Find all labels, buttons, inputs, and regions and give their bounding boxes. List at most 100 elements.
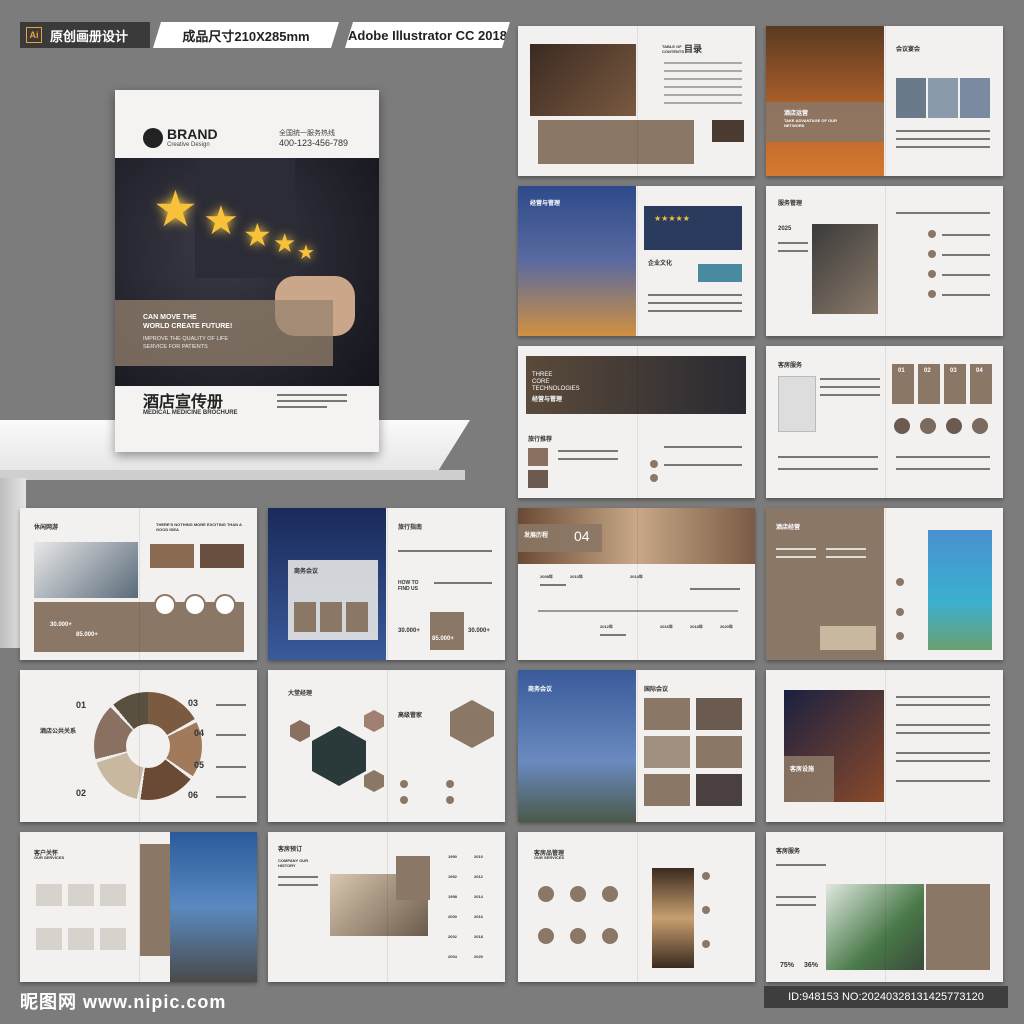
bullet-icon: [928, 230, 936, 238]
spread-title: 旅行指南: [398, 525, 423, 531]
service-tile: [68, 884, 94, 906]
cover-slogan-band: CAN MOVE THE WORLD CREATE FUTURE! IMPROV…: [115, 300, 333, 366]
badge-03: 03: [944, 364, 966, 404]
spread-business: 商务会议 旅行指南 HOW TO FIND US 30.000+ 85.000+…: [268, 508, 505, 660]
year-item: 2020: [474, 954, 483, 959]
tile: [696, 736, 742, 768]
bullet-icon: [650, 474, 658, 482]
core-title: CORE: [532, 379, 550, 385]
spread-title: 经营与管理: [530, 201, 561, 207]
text-line: [820, 394, 880, 396]
text-line: [778, 242, 808, 244]
spread-title: 服务管理: [778, 201, 803, 207]
spread-room-service-2: 客房服务 75% 36%: [766, 832, 1003, 982]
bullet-icon: [400, 780, 408, 788]
star-icon: ★: [297, 242, 315, 264]
text-line: [648, 310, 742, 312]
slogan-line: WORLD CREATE FUTURE!: [143, 323, 233, 330]
bullet-icon: [446, 796, 454, 804]
text-line: [826, 556, 866, 558]
service-icon: [538, 928, 554, 944]
text-line: [648, 302, 742, 304]
bullet-icon: [896, 632, 904, 640]
find-us-label: HOW TO FIND US: [398, 580, 419, 592]
round-photo: [946, 418, 962, 434]
text-line: [942, 274, 990, 276]
text-line: [558, 450, 618, 452]
hotline-number: 400-123-456-789: [279, 138, 349, 148]
year-item: 1990: [448, 854, 457, 859]
bullet-icon: [400, 796, 408, 804]
spread-title: 高级管家: [398, 713, 423, 719]
year-item: 1998: [448, 894, 457, 899]
spread-contents: 目录 TABLE OF CONTENTS: [518, 26, 755, 176]
spread-leisure: 休闲网游 THERE'S NOTHING MORE EXCITING THAN …: [20, 508, 257, 660]
photo-touch: [526, 356, 746, 414]
percent-stat: 36%: [804, 962, 819, 969]
service-tile: [100, 884, 126, 906]
text-line: [278, 884, 318, 886]
bullet-icon: [702, 906, 710, 914]
spread-title: 酒店公共关系: [40, 729, 77, 735]
spread-lobby-manager: 大堂经理 高级管家: [268, 670, 505, 822]
text-line: [896, 456, 990, 458]
round-photo: [972, 418, 988, 434]
text-line: [277, 400, 347, 402]
photo: [696, 698, 742, 730]
spread-subtitle: TABLE OF CONTENTS: [662, 44, 684, 54]
spread-title: 休闲网游: [34, 525, 59, 531]
spread-booking: 客房预订 COMPANY OUR HISTORY 1990 2010 1992 …: [268, 832, 505, 982]
tile: [644, 698, 690, 730]
core-title: TECHNOLOGIES: [532, 386, 580, 392]
tag-label: 成品尺寸210X285mm: [182, 28, 310, 44]
brand-sub: Creative Design: [167, 142, 210, 148]
spread-subtitle: COMPANY OUR HISTORY: [278, 858, 309, 868]
hexagon-photo: [312, 726, 366, 786]
photo-banquet: [766, 26, 884, 176]
text-line: [216, 734, 246, 736]
spread-operations: 酒店经营: [766, 508, 1003, 660]
spread-core-tech: THREE CORE TECHNOLOGIES 经营与管理 旅行推荐: [518, 346, 755, 498]
text-line: [778, 456, 878, 458]
stat-number: 85.000+: [76, 632, 98, 638]
header-tag-software: Adobe Illustrator CC 2018: [345, 22, 510, 48]
photo-hotel: [170, 832, 257, 982]
photo: [528, 448, 548, 466]
item-number: 05: [194, 760, 205, 770]
text-line: [648, 294, 742, 296]
bullet-icon: [928, 290, 936, 298]
text-line: [776, 556, 816, 558]
timeline-year: 2010年: [570, 574, 583, 579]
service-tile: [100, 928, 126, 950]
spread-public-relations: 酒店公共关系 01 02 03 04 05 06: [20, 670, 257, 822]
photo: [530, 44, 636, 116]
core-title: THREE: [532, 372, 553, 378]
spread-title: 会议宴会: [896, 47, 921, 53]
spread-facilities: 客房设施: [766, 670, 1003, 822]
star-icon: ★: [203, 199, 239, 243]
text-line: [776, 904, 816, 906]
text-line: [896, 468, 990, 470]
service-tile: [36, 884, 62, 906]
year-item: 2004: [448, 954, 457, 959]
tile: [644, 774, 690, 806]
feature-icon: [154, 594, 176, 616]
slogan-line: IMPROVE THE QUALITY OF LIFE: [143, 336, 229, 342]
round-photo: [894, 418, 910, 434]
year-item: 2014: [474, 894, 483, 899]
year-item: 2012: [474, 874, 483, 879]
spread-title: 客房服务: [778, 363, 803, 369]
photo: [896, 78, 926, 118]
photo: [712, 120, 744, 142]
text-line: [216, 704, 246, 706]
item-number: 01: [76, 700, 87, 710]
bullet-icon: [702, 872, 710, 880]
text-line: [896, 752, 990, 754]
text-line: [600, 634, 626, 636]
stat-number: 30.000+: [468, 628, 490, 634]
tag-label: 原创画册设计: [50, 28, 129, 44]
service-icon: [570, 928, 586, 944]
image-id-bar: ID:948153 NO:20240328131425773120: [764, 986, 1008, 1008]
year-label: 2025: [778, 226, 792, 232]
text-line: [277, 394, 347, 396]
